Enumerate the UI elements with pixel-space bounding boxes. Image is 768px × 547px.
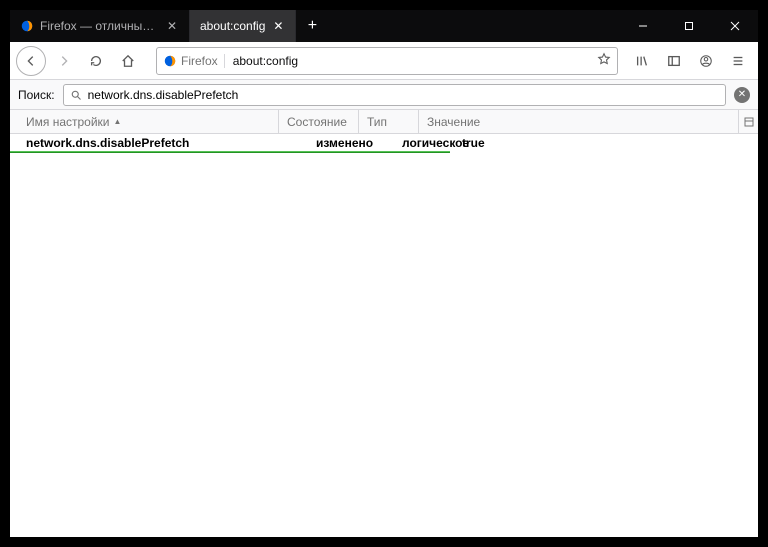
col-header-type[interactable]: Тип <box>358 110 418 133</box>
new-tab-button[interactable]: + <box>296 10 328 42</box>
url-bar[interactable]: Firefox about:config <box>156 47 618 75</box>
highlight-underline <box>10 151 450 153</box>
config-filter-bar: Поиск: ✕ <box>10 80 758 110</box>
col-header-value[interactable]: Значение <box>418 110 738 133</box>
firefox-identity-icon <box>163 54 177 68</box>
tab-inactive[interactable]: Firefox — отличный браузер ✕ <box>10 10 190 42</box>
filter-input[interactable] <box>88 88 719 102</box>
filter-label: Поиск: <box>18 88 55 102</box>
maximize-button[interactable] <box>666 10 712 42</box>
close-icon[interactable]: ✕ <box>271 19 285 33</box>
close-window-button[interactable] <box>712 10 758 42</box>
home-button[interactable] <box>114 47 142 75</box>
close-icon[interactable]: ✕ <box>165 19 179 33</box>
column-picker-button[interactable] <box>738 110 758 133</box>
app-menu-button[interactable] <box>724 47 752 75</box>
back-button[interactable] <box>16 46 46 76</box>
col-header-status[interactable]: Состояние <box>278 110 358 133</box>
minimize-button[interactable] <box>620 10 666 42</box>
clear-filter-button[interactable]: ✕ <box>734 87 750 103</box>
nav-toolbar: Firefox about:config <box>10 42 758 80</box>
library-button[interactable] <box>628 47 656 75</box>
column-headers: Имя настройки ▲ Состояние Тип Значение <box>10 110 758 134</box>
sidebar-button[interactable] <box>660 47 688 75</box>
tab-active[interactable]: about:config ✕ <box>190 10 296 42</box>
tab-label: Firefox — отличный браузер <box>40 19 159 33</box>
tab-label: about:config <box>200 19 265 33</box>
pref-name: network.dns.disablePrefetch <box>18 136 308 150</box>
url-text[interactable]: about:config <box>225 54 597 68</box>
col-header-value-label: Значение <box>427 115 480 129</box>
window-controls <box>620 10 758 42</box>
account-button[interactable] <box>692 47 720 75</box>
reload-button[interactable] <box>82 47 110 75</box>
search-icon <box>70 89 82 101</box>
filter-input-wrap[interactable] <box>63 84 726 106</box>
config-results: network.dns.disablePrefetch изменено лог… <box>10 134 758 537</box>
col-header-name-label: Имя настройки <box>26 115 110 129</box>
identity-label: Firefox <box>181 54 218 68</box>
pref-type: логическое <box>394 136 454 150</box>
pref-value: true <box>454 136 758 150</box>
col-header-type-label: Тип <box>367 115 387 129</box>
firefox-favicon-icon <box>20 19 34 33</box>
identity-box[interactable]: Firefox <box>163 54 225 68</box>
sort-asc-icon: ▲ <box>114 117 122 126</box>
col-header-status-label: Состояние <box>287 115 347 129</box>
forward-button[interactable] <box>50 47 78 75</box>
pref-row[interactable]: network.dns.disablePrefetch изменено лог… <box>10 134 758 150</box>
bookmark-star-icon[interactable] <box>597 52 611 69</box>
pref-status: изменено <box>308 136 394 150</box>
col-header-name[interactable]: Имя настройки ▲ <box>18 110 278 133</box>
titlebar: Firefox — отличный браузер ✕ about:confi… <box>10 10 758 42</box>
